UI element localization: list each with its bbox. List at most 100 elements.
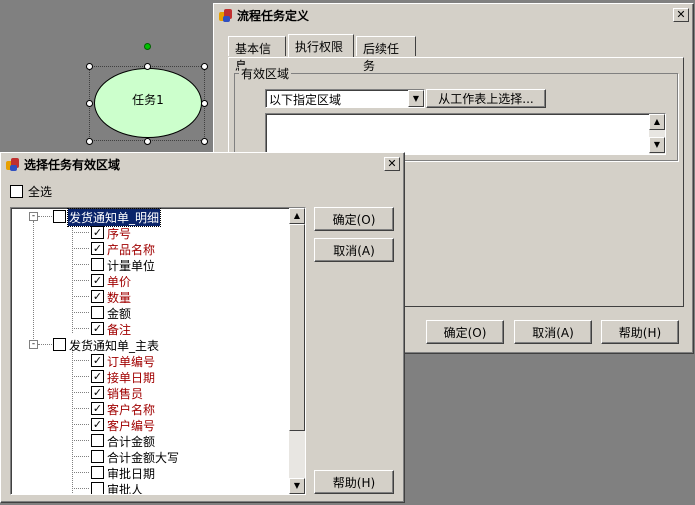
valid-area-label: 有效区域 <box>239 65 292 82</box>
field-checkbox[interactable]: ✓ <box>91 242 104 255</box>
select-all-label: 全选 <box>28 185 53 199</box>
tree-connector <box>72 440 89 441</box>
field-label[interactable]: 合计金额大写 <box>107 449 179 466</box>
cancel-button[interactable]: 取消(A) <box>514 320 592 344</box>
select-cancel-button[interactable]: 取消(A) <box>314 238 394 262</box>
tree-connector <box>72 328 89 329</box>
select-help-button[interactable]: 帮助(H) <box>314 470 394 494</box>
tree-scrollbar[interactable]: ▲ ▼ <box>289 208 305 494</box>
task-node[interactable]: 任务1 <box>94 68 202 138</box>
field-checkbox[interactable]: ✓ <box>91 402 104 415</box>
field-label[interactable]: 审批人 <box>107 481 143 494</box>
select-area-titlebar[interactable]: 选择任务有效区域 ✕ <box>3 155 402 173</box>
field-label[interactable]: 计量单位 <box>107 257 155 274</box>
field-checkbox[interactable]: ✓ <box>91 274 104 287</box>
resize-handle[interactable] <box>86 138 93 145</box>
field-checkbox[interactable] <box>91 258 104 271</box>
pick-from-sheet-label: 从工作表上选择... <box>438 92 534 106</box>
tree-connector <box>72 221 73 333</box>
tree-connector <box>72 392 89 393</box>
tree-connector <box>38 216 52 217</box>
tab-strip: 基本信息 执行权限 后续任务 <box>228 34 678 73</box>
field-checkbox[interactable]: ✓ <box>91 418 104 431</box>
field-checkbox[interactable] <box>91 450 104 463</box>
checkmark-icon: ✓ <box>92 418 103 431</box>
resize-handle[interactable] <box>144 138 151 145</box>
tree-group-label[interactable]: 发货通知单_明细 <box>66 208 162 227</box>
resize-handle[interactable] <box>201 63 208 70</box>
scroll-down-icon[interactable]: ▼ <box>649 137 665 153</box>
field-label[interactable]: 单价 <box>107 273 131 290</box>
select-ok-button[interactable]: 确定(O) <box>314 207 394 231</box>
select-area-dialog: 选择任务有效区域 ✕ 全选 - 发货通知单_明细 ✓ 序号 ✓ 产品名称 计量单位 ✓ 单价 ✓ 数… <box>0 152 405 503</box>
pick-from-sheet-button[interactable]: 从工作表上选择... <box>426 89 546 108</box>
select-all-checkbox[interactable] <box>10 185 23 198</box>
collapse-icon[interactable]: - <box>29 212 38 221</box>
field-label[interactable]: 客户名称 <box>107 401 155 418</box>
field-label[interactable]: 备注 <box>107 321 131 338</box>
rotate-handle[interactable] <box>144 43 151 50</box>
cancel-button-label: 取消(A) <box>532 325 574 340</box>
dropdown-arrow-icon[interactable]: ▼ <box>408 90 424 107</box>
close-icon[interactable]: ✕ <box>384 157 400 171</box>
field-label[interactable]: 数量 <box>107 289 131 306</box>
field-label[interactable]: 客户编号 <box>107 417 155 434</box>
close-icon[interactable]: ✕ <box>673 8 689 22</box>
field-checkbox[interactable]: ✓ <box>91 322 104 335</box>
field-checkbox[interactable]: ✓ <box>91 370 104 383</box>
tree-group-checkbox[interactable] <box>53 210 66 223</box>
tab-next-tasks[interactable]: 后续任务 <box>356 36 416 73</box>
collapse-icon[interactable]: - <box>29 340 38 349</box>
select-ok-label: 确定(O) <box>332 212 376 227</box>
area-scrollbar[interactable]: ▲ ▼ <box>649 114 665 154</box>
field-checkbox[interactable]: ✓ <box>91 386 104 399</box>
field-checkbox[interactable] <box>91 482 104 494</box>
field-checkbox[interactable] <box>91 306 104 319</box>
field-label[interactable]: 接单日期 <box>107 369 155 386</box>
task-definition-titlebar[interactable]: 流程任务定义 ✕ <box>216 6 691 24</box>
field-checkbox[interactable]: ✓ <box>91 226 104 239</box>
scope-select-value: 以下指定区域 <box>269 93 342 107</box>
scroll-up-icon[interactable]: ▲ <box>649 114 665 130</box>
checkmark-icon: ✓ <box>92 354 103 367</box>
checkmark-icon: ✓ <box>92 322 103 335</box>
tree-connector <box>72 312 89 313</box>
field-label[interactable]: 序号 <box>107 225 131 242</box>
field-label[interactable]: 审批日期 <box>107 465 155 482</box>
field-label[interactable]: 订单编号 <box>107 353 155 370</box>
tree-connector <box>72 232 89 233</box>
checkmark-icon: ✓ <box>92 402 103 415</box>
resize-handle[interactable] <box>86 100 93 107</box>
resize-handle[interactable] <box>144 63 151 70</box>
field-checkbox[interactable]: ✓ <box>91 290 104 303</box>
resize-handle[interactable] <box>86 63 93 70</box>
tab-execute-permission[interactable]: 执行权限 <box>288 34 354 57</box>
resize-handle[interactable] <box>201 138 208 145</box>
scope-select[interactable]: 以下指定区域 ▼ <box>265 89 425 108</box>
field-tree[interactable]: - 发货通知单_明细 ✓ 序号 ✓ 产品名称 计量单位 ✓ 单价 ✓ 数量 金额 ✓ 备注 - 发货通知单_主… <box>10 207 306 495</box>
tree-connector <box>72 296 89 297</box>
tree-connector <box>72 456 89 457</box>
checkmark-icon: ✓ <box>92 274 103 287</box>
tree-group-checkbox[interactable] <box>53 338 66 351</box>
field-label[interactable]: 产品名称 <box>107 241 155 258</box>
ok-button-label: 确定(O) <box>443 325 487 340</box>
field-label[interactable]: 金额 <box>107 305 131 322</box>
tree-group-label[interactable]: 发货通知单_主表 <box>68 337 160 354</box>
scroll-down-icon[interactable]: ▼ <box>289 478 305 494</box>
scroll-up-icon[interactable]: ▲ <box>289 208 305 224</box>
field-label[interactable]: 合计金额 <box>107 433 155 450</box>
tree-connector <box>72 360 89 361</box>
field-checkbox[interactable]: ✓ <box>91 354 104 367</box>
field-checkbox[interactable] <box>91 466 104 479</box>
field-label[interactable]: 销售员 <box>107 385 143 402</box>
area-textbox[interactable]: ▲ ▼ <box>265 113 666 155</box>
help-button[interactable]: 帮助(H) <box>601 320 679 344</box>
resize-handle[interactable] <box>201 100 208 107</box>
tab-basic-info[interactable]: 基本信息 <box>228 36 286 73</box>
scroll-thumb[interactable] <box>289 224 305 431</box>
ok-button[interactable]: 确定(O) <box>426 320 504 344</box>
checkmark-icon: ✓ <box>92 386 103 399</box>
app-icon <box>5 156 21 172</box>
field-checkbox[interactable] <box>91 434 104 447</box>
